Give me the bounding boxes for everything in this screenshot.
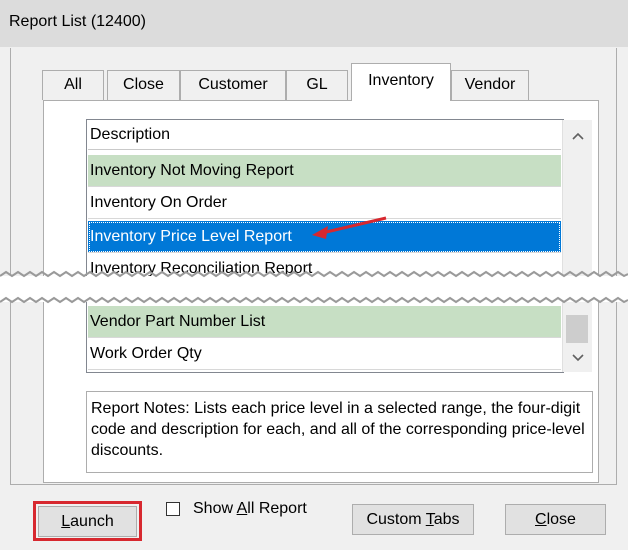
- custom-tabs-button[interactable]: Custom Tabs: [352, 504, 474, 535]
- tab-all[interactable]: All: [42, 70, 104, 100]
- tab-label: All: [64, 76, 82, 93]
- tab-label: Inventory: [368, 72, 434, 89]
- label-part: Custom: [366, 511, 426, 528]
- tab-close[interactable]: Close: [107, 70, 180, 100]
- accelerator-key: C: [535, 511, 547, 528]
- label-part: ll Report: [247, 500, 307, 517]
- chevron-up-icon[interactable]: [563, 122, 593, 148]
- label-part: Show: [193, 500, 237, 517]
- show-all-label[interactable]: Show All Report: [193, 500, 307, 518]
- tab-gl[interactable]: GL: [286, 70, 348, 100]
- accelerator-key: A: [236, 500, 248, 517]
- accelerator-key: L: [61, 513, 71, 530]
- chevron-down-icon[interactable]: [563, 344, 593, 370]
- tab-label: Close: [123, 76, 164, 93]
- torn-edge-divider: [0, 270, 628, 304]
- list-header-description[interactable]: Description: [88, 120, 561, 150]
- tab-customer[interactable]: Customer: [180, 70, 286, 100]
- close-button[interactable]: Close: [505, 504, 606, 535]
- label-part: abs: [433, 511, 460, 528]
- label-part: lose: [546, 511, 576, 528]
- report-notes: Report Notes: Lists each price level in …: [86, 391, 593, 473]
- label-part: aunch: [70, 513, 114, 530]
- list-item[interactable]: Work Order Qty: [88, 338, 561, 370]
- window-title: Report List (12400): [9, 13, 146, 30]
- tab-label: GL: [306, 76, 328, 93]
- accelerator-key: T: [425, 511, 434, 528]
- show-all-checkbox[interactable]: [166, 502, 180, 516]
- tab-label: Vendor: [464, 76, 516, 93]
- title-bar[interactable]: Report List (12400): [0, 0, 628, 47]
- launch-button[interactable]: Launch: [38, 506, 137, 537]
- list-item[interactable]: Inventory Not Moving Report: [88, 155, 561, 187]
- tab-vendor[interactable]: Vendor: [451, 70, 529, 100]
- tab-inventory[interactable]: Inventory: [351, 63, 451, 101]
- tab-label: Customer: [198, 76, 268, 93]
- list-item[interactable]: Vendor Part Number List: [88, 306, 561, 338]
- scrollbar-thumb[interactable]: [566, 315, 588, 343]
- red-arrow-icon: [312, 216, 387, 239]
- report-list-window: Report List (12400) All Close Customer G…: [0, 0, 628, 550]
